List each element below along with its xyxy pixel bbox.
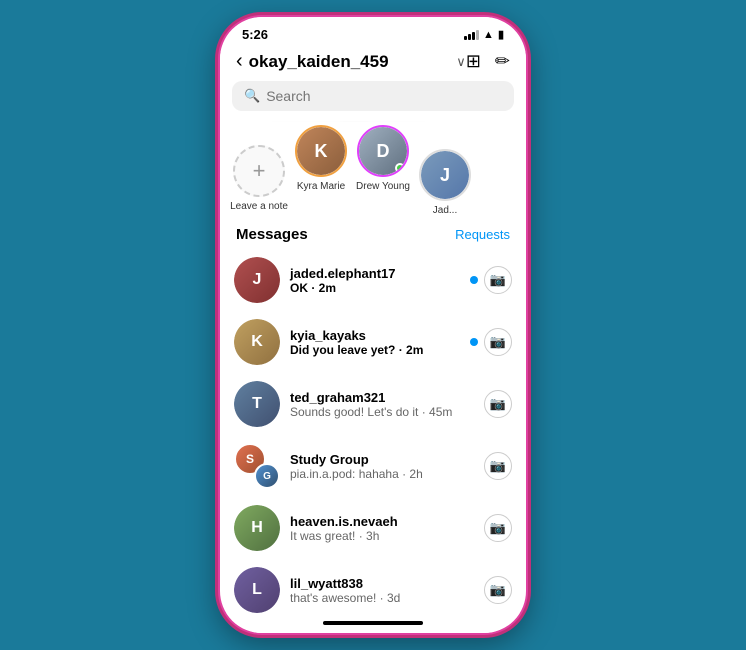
msg-right-heaven: 📷 bbox=[484, 514, 512, 542]
story-item-drew[interactable]: Finally landing in NYC! ❤️ D Drew Young bbox=[352, 121, 414, 216]
message-item-heaven[interactable]: H heaven.is.nevaeh It was great! · 3h 📷 bbox=[220, 497, 526, 559]
story-label-leave-note: Leave a note bbox=[230, 201, 288, 212]
msg-preview-ted: Sounds good! Let's do it · 45m bbox=[290, 405, 474, 419]
battery-icon: ▮ bbox=[498, 28, 504, 41]
status-time: 5:26 bbox=[242, 27, 268, 42]
signal-bars-icon bbox=[464, 30, 479, 40]
online-indicator bbox=[395, 163, 405, 173]
message-item-studygroup[interactable]: S G Study Group pia.in.a.pod: hahaha · 2… bbox=[220, 435, 526, 497]
header-icons: ⊞ ✏ bbox=[466, 51, 510, 72]
msg-content-ted: ted_graham321 Sounds good! Let's do it ·… bbox=[290, 390, 474, 419]
status-bar: 5:26 ▲ ▮ bbox=[220, 17, 526, 46]
message-item-ted[interactable]: T ted_graham321 Sounds good! Let's do it… bbox=[220, 373, 526, 435]
msg-right-wyatt: 📷 bbox=[484, 576, 512, 604]
msg-preview-jaded: OK · 2m bbox=[290, 281, 460, 295]
search-input[interactable] bbox=[266, 88, 502, 104]
stories-row: + Leave a note Why is tomorrow Monday!? … bbox=[220, 121, 526, 224]
story-label-jad: Jad... bbox=[433, 205, 457, 216]
msg-content-heaven: heaven.is.nevaeh It was great! · 3h bbox=[290, 514, 474, 543]
search-icon: 🔍 bbox=[244, 88, 260, 104]
story-avatar-drew[interactable]: D bbox=[357, 125, 409, 177]
unread-dot-kyia bbox=[470, 338, 478, 346]
story-label-kyra: Kyra Marie bbox=[297, 181, 345, 192]
camera-button-kyia[interactable]: 📷 bbox=[484, 328, 512, 356]
msg-content-kyia: kyia_kayaks Did you leave yet? · 2m bbox=[290, 328, 460, 357]
camera-button-ted[interactable]: 📷 bbox=[484, 390, 512, 418]
avatar-ted: T bbox=[234, 381, 280, 427]
message-list: J jaded.elephant17 OK · 2m 📷 K kyia_kaya… bbox=[220, 249, 526, 613]
story-label-drew: Drew Young bbox=[356, 181, 410, 192]
username-label[interactable]: okay_kaiden_459 bbox=[249, 52, 455, 72]
home-bar bbox=[323, 621, 423, 625]
msg-content-wyatt: lil_wyatt838 that's awesome! · 3d bbox=[290, 576, 474, 605]
msg-preview-studygroup: pia.in.a.pod: hahaha · 2h bbox=[290, 467, 474, 481]
msg-username-wyatt: lil_wyatt838 bbox=[290, 576, 474, 591]
story-avatar-kyra[interactable]: K bbox=[295, 125, 347, 177]
story-item-leave-note[interactable]: + Leave a note bbox=[228, 145, 290, 216]
add-note-avatar[interactable]: + bbox=[233, 145, 285, 197]
message-item-jaded[interactable]: J jaded.elephant17 OK · 2m 📷 bbox=[220, 249, 526, 311]
msg-content-jaded: jaded.elephant17 OK · 2m bbox=[290, 266, 460, 295]
message-item-kyia[interactable]: K kyia_kayaks Did you leave yet? · 2m 📷 bbox=[220, 311, 526, 373]
back-button[interactable]: ‹ bbox=[236, 50, 243, 73]
msg-username-studygroup: Study Group bbox=[290, 452, 474, 467]
msg-username-heaven: heaven.is.nevaeh bbox=[290, 514, 474, 529]
unread-dot-jaded bbox=[470, 276, 478, 284]
edit-icon[interactable]: ✏ bbox=[495, 51, 510, 72]
message-item-wyatt[interactable]: L lil_wyatt838 that's awesome! · 3d 📷 bbox=[220, 559, 526, 613]
home-indicator bbox=[220, 613, 526, 633]
msg-username-ted: ted_graham321 bbox=[290, 390, 474, 405]
camera-button-studygroup[interactable]: 📷 bbox=[484, 452, 512, 480]
camera-button-heaven[interactable]: 📷 bbox=[484, 514, 512, 542]
avatar-heaven: H bbox=[234, 505, 280, 551]
camera-button-wyatt[interactable]: 📷 bbox=[484, 576, 512, 604]
header: ‹ okay_kaiden_459 ∨ ⊞ ✏ bbox=[220, 46, 526, 81]
avatar-studygroup: S G bbox=[234, 443, 280, 489]
layout-icon[interactable]: ⊞ bbox=[466, 51, 481, 72]
story-item-jad[interactable]: J Jad... bbox=[414, 149, 476, 216]
chevron-down-icon[interactable]: ∨ bbox=[456, 54, 466, 70]
msg-right-ted: 📷 bbox=[484, 390, 512, 418]
phone-frame: 5:26 ▲ ▮ ‹ okay_kaiden_459 ∨ ⊞ ✏ 🔍 + bbox=[218, 15, 528, 635]
msg-content-studygroup: Study Group pia.in.a.pod: hahaha · 2h bbox=[290, 452, 474, 481]
story-item-kyra[interactable]: Why is tomorrow Monday!? 😤 K Kyra Marie bbox=[290, 121, 352, 216]
msg-right-jaded: 📷 bbox=[470, 266, 512, 294]
messages-header: Messages Requests bbox=[220, 224, 526, 249]
search-bar[interactable]: 🔍 bbox=[232, 81, 514, 111]
wifi-icon: ▲ bbox=[483, 29, 494, 41]
avatar-jaded: J bbox=[234, 257, 280, 303]
msg-preview-heaven: It was great! · 3h bbox=[290, 529, 474, 543]
story-avatar-jad[interactable]: J bbox=[419, 149, 471, 201]
camera-button-jaded[interactable]: 📷 bbox=[484, 266, 512, 294]
avatar-kyia: K bbox=[234, 319, 280, 365]
status-icons: ▲ ▮ bbox=[464, 28, 504, 41]
msg-username-jaded: jaded.elephant17 bbox=[290, 266, 460, 281]
requests-link[interactable]: Requests bbox=[455, 227, 510, 242]
avatar-wyatt: L bbox=[234, 567, 280, 613]
msg-preview-wyatt: that's awesome! · 3d bbox=[290, 591, 474, 605]
msg-right-studygroup: 📷 bbox=[484, 452, 512, 480]
msg-preview-kyia: Did you leave yet? · 2m bbox=[290, 343, 460, 357]
msg-username-kyia: kyia_kayaks bbox=[290, 328, 460, 343]
msg-right-kyia: 📷 bbox=[470, 328, 512, 356]
messages-title: Messages bbox=[236, 226, 308, 243]
